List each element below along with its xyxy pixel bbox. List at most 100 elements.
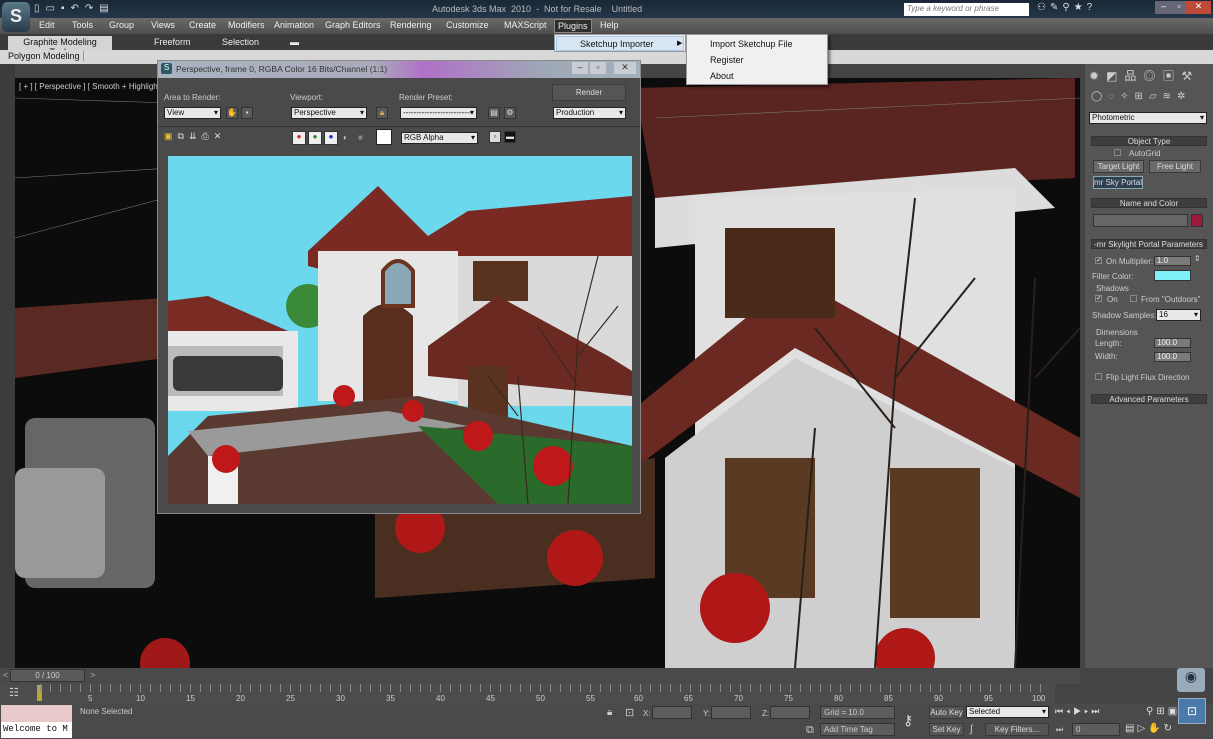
light-category-dropdown[interactable]: Photometric	[1089, 112, 1207, 124]
add-time-tag[interactable]: Add Time Tag	[820, 723, 895, 736]
time-config-icon[interactable]: ▤	[1125, 723, 1137, 734]
edit-region-icon[interactable]: ✋	[226, 107, 238, 119]
advanced-parameters-rollout[interactable]: Advanced Parameters	[1091, 394, 1207, 404]
help-icon[interactable]: ?	[1087, 2, 1097, 13]
target-light-button[interactable]: Target Light	[1093, 160, 1144, 173]
green-channel-toggle[interactable]: ●	[308, 131, 322, 145]
lights-icon[interactable]: ✧	[1120, 91, 1134, 102]
tab-graphite-modeling-tools[interactable]: Graphite Modeling Tools	[8, 36, 112, 50]
render-minimize-button[interactable]: –	[572, 62, 588, 74]
search-input[interactable]: Type a keyword or phrase	[904, 3, 1029, 16]
track-bar[interactable]: ☷ 5 10 15 20 25 30 35 40 45 50 55 60 65 …	[0, 684, 1055, 704]
alpha-channel-icon[interactable]: ◐	[343, 133, 348, 142]
menu-customize[interactable]: Customize	[446, 20, 489, 30]
redo-icon[interactable]: ↷	[85, 3, 99, 14]
viewport-dropdown[interactable]: Perspective	[291, 107, 367, 119]
render-mode-dropdown[interactable]: Production	[553, 107, 626, 119]
selection-lock-icon[interactable]: 🔒︎	[607, 707, 612, 718]
new-file-icon[interactable]: ▯	[34, 3, 46, 14]
clear-image-icon[interactable]: ✕	[214, 131, 227, 141]
menu-views[interactable]: Views	[151, 20, 175, 30]
menu-tools[interactable]: Tools	[72, 20, 93, 30]
viewport-label[interactable]: [ + ] [ Perspective ] [ Smooth + Highlig…	[19, 82, 168, 91]
set-keys-key-icon[interactable]: ⚷	[903, 712, 913, 729]
render-maximize-button[interactable]: ▫	[590, 62, 606, 74]
key-filters-button[interactable]: Key Filters...	[985, 723, 1049, 736]
next-frame-button[interactable]: >	[90, 670, 95, 680]
render-window-titlebar[interactable]: S Perspective, frame 0, RGBA Color 16 Bi…	[158, 61, 640, 78]
geometry-icon[interactable]: ◯	[1091, 91, 1108, 102]
spacewarps-icon[interactable]: ≋	[1163, 91, 1177, 102]
menu-graph-editors[interactable]: Graph Editors	[325, 20, 381, 30]
ribbon-toggle-icon[interactable]: ▬	[282, 36, 307, 50]
communication-icon[interactable]: ⚲	[1062, 2, 1073, 13]
play-icon[interactable]: ▶	[1073, 706, 1084, 716]
go-to-end-icon[interactable]: ⏭	[1091, 706, 1102, 716]
time-slider[interactable]: < 0 / 100 >	[0, 668, 1080, 684]
render-close-button[interactable]: ✕	[614, 62, 636, 74]
zoom-icon[interactable]: ⚲	[1146, 706, 1156, 717]
app-logo-icon[interactable]: S	[2, 2, 30, 32]
systems-icon[interactable]: ✲	[1177, 91, 1191, 102]
binoculars-icon[interactable]: ⚇	[1037, 2, 1050, 13]
minimize-button[interactable]: –	[1155, 1, 1172, 14]
key-mode-toggle-icon[interactable]: ⏭	[1056, 725, 1063, 735]
favorites-icon[interactable]: ★	[1074, 2, 1087, 13]
key-mode-dropdown[interactable]: Selected	[966, 706, 1049, 718]
copy-image-icon[interactable]: ⧉	[178, 131, 189, 141]
menu-item-about[interactable]: About	[710, 71, 734, 81]
modify-tab-icon[interactable]: ◩	[1106, 69, 1124, 83]
menu-group[interactable]: Group	[109, 20, 134, 30]
tangent-type-icon[interactable]: ∫	[970, 724, 973, 735]
undo-icon[interactable]: ↶	[71, 3, 85, 14]
lock-icon[interactable]: 🔒︎	[376, 107, 388, 119]
menu-edit[interactable]: Edit	[39, 20, 55, 30]
menu-item-sketchup-importer[interactable]: Sketchup Importer ▶	[556, 36, 684, 51]
area-to-render-dropdown[interactable]: View	[164, 107, 221, 119]
prev-frame-button[interactable]: <	[3, 670, 8, 680]
name-color-rollout[interactable]: Name and Color	[1091, 198, 1207, 208]
go-to-start-icon[interactable]: ⏮	[1055, 706, 1066, 716]
open-file-icon[interactable]: ▭	[46, 3, 61, 14]
maxscript-listener-pink[interactable]	[1, 705, 72, 722]
menu-create[interactable]: Create	[189, 20, 216, 30]
object-name-field[interactable]	[1093, 214, 1188, 227]
polygon-modeling-panel[interactable]: Polygon Modeling	[8, 51, 84, 61]
filter-color-swatch[interactable]	[1154, 270, 1191, 281]
free-light-button[interactable]: Free Light	[1149, 160, 1201, 173]
flip-flux-checkbox[interactable]	[1095, 373, 1102, 380]
multiplier-spinner[interactable]: 1.0	[1154, 256, 1191, 266]
menu-rendering[interactable]: Rendering	[390, 20, 432, 30]
skylight-portal-params-rollout[interactable]: -mr Skylight Portal Parameters	[1091, 239, 1207, 249]
width-spinner[interactable]: 100.0	[1154, 352, 1191, 362]
hierarchy-tab-icon[interactable]: 品	[1124, 69, 1143, 83]
length-spinner[interactable]: 100.0	[1154, 338, 1191, 348]
maximize-button[interactable]: ▫	[1172, 1, 1186, 14]
create-tab-icon[interactable]: ✹	[1089, 69, 1106, 83]
spinner-arrows-icon[interactable]: ⇕	[1194, 254, 1201, 263]
cameras-icon[interactable]: ⊞	[1135, 91, 1149, 102]
mr-sky-portal-button[interactable]: mr Sky Portal	[1093, 176, 1143, 189]
save-image-icon[interactable]: ▣	[164, 131, 178, 141]
x-coordinate-field[interactable]	[652, 706, 692, 719]
menu-help[interactable]: Help	[600, 20, 619, 30]
absolute-mode-icon[interactable]: ⊡	[625, 706, 634, 719]
print-image-icon[interactable]: ⎙	[202, 131, 214, 141]
pan-icon[interactable]: ✋	[1148, 723, 1163, 734]
maximize-viewport-icon[interactable]: ⊡	[1178, 698, 1206, 724]
menu-animation[interactable]: Animation	[274, 20, 314, 30]
time-tag-icon[interactable]: ⧉	[806, 724, 814, 737]
tab-selection[interactable]: Selection	[214, 36, 267, 50]
maxscript-listener-white[interactable]: Welcome to M	[1, 722, 72, 738]
helpers-icon[interactable]: ▱	[1149, 91, 1163, 102]
menu-modifiers[interactable]: Modifiers	[228, 20, 265, 30]
zoom-all-icon[interactable]: ⊞	[1156, 706, 1167, 717]
tools-icon[interactable]: ✎	[1050, 2, 1062, 13]
red-channel-toggle[interactable]: ●	[292, 131, 306, 145]
field-of-view-icon[interactable]: ▷	[1137, 723, 1148, 734]
channel-display-dropdown[interactable]: RGB Alpha	[401, 132, 478, 144]
object-type-rollout[interactable]: Object Type	[1091, 136, 1207, 146]
blue-channel-toggle[interactable]: ●	[324, 131, 338, 145]
motion-tab-icon[interactable]: ◎	[1143, 69, 1162, 83]
time-slider-thumb[interactable]: 0 / 100	[10, 669, 85, 682]
